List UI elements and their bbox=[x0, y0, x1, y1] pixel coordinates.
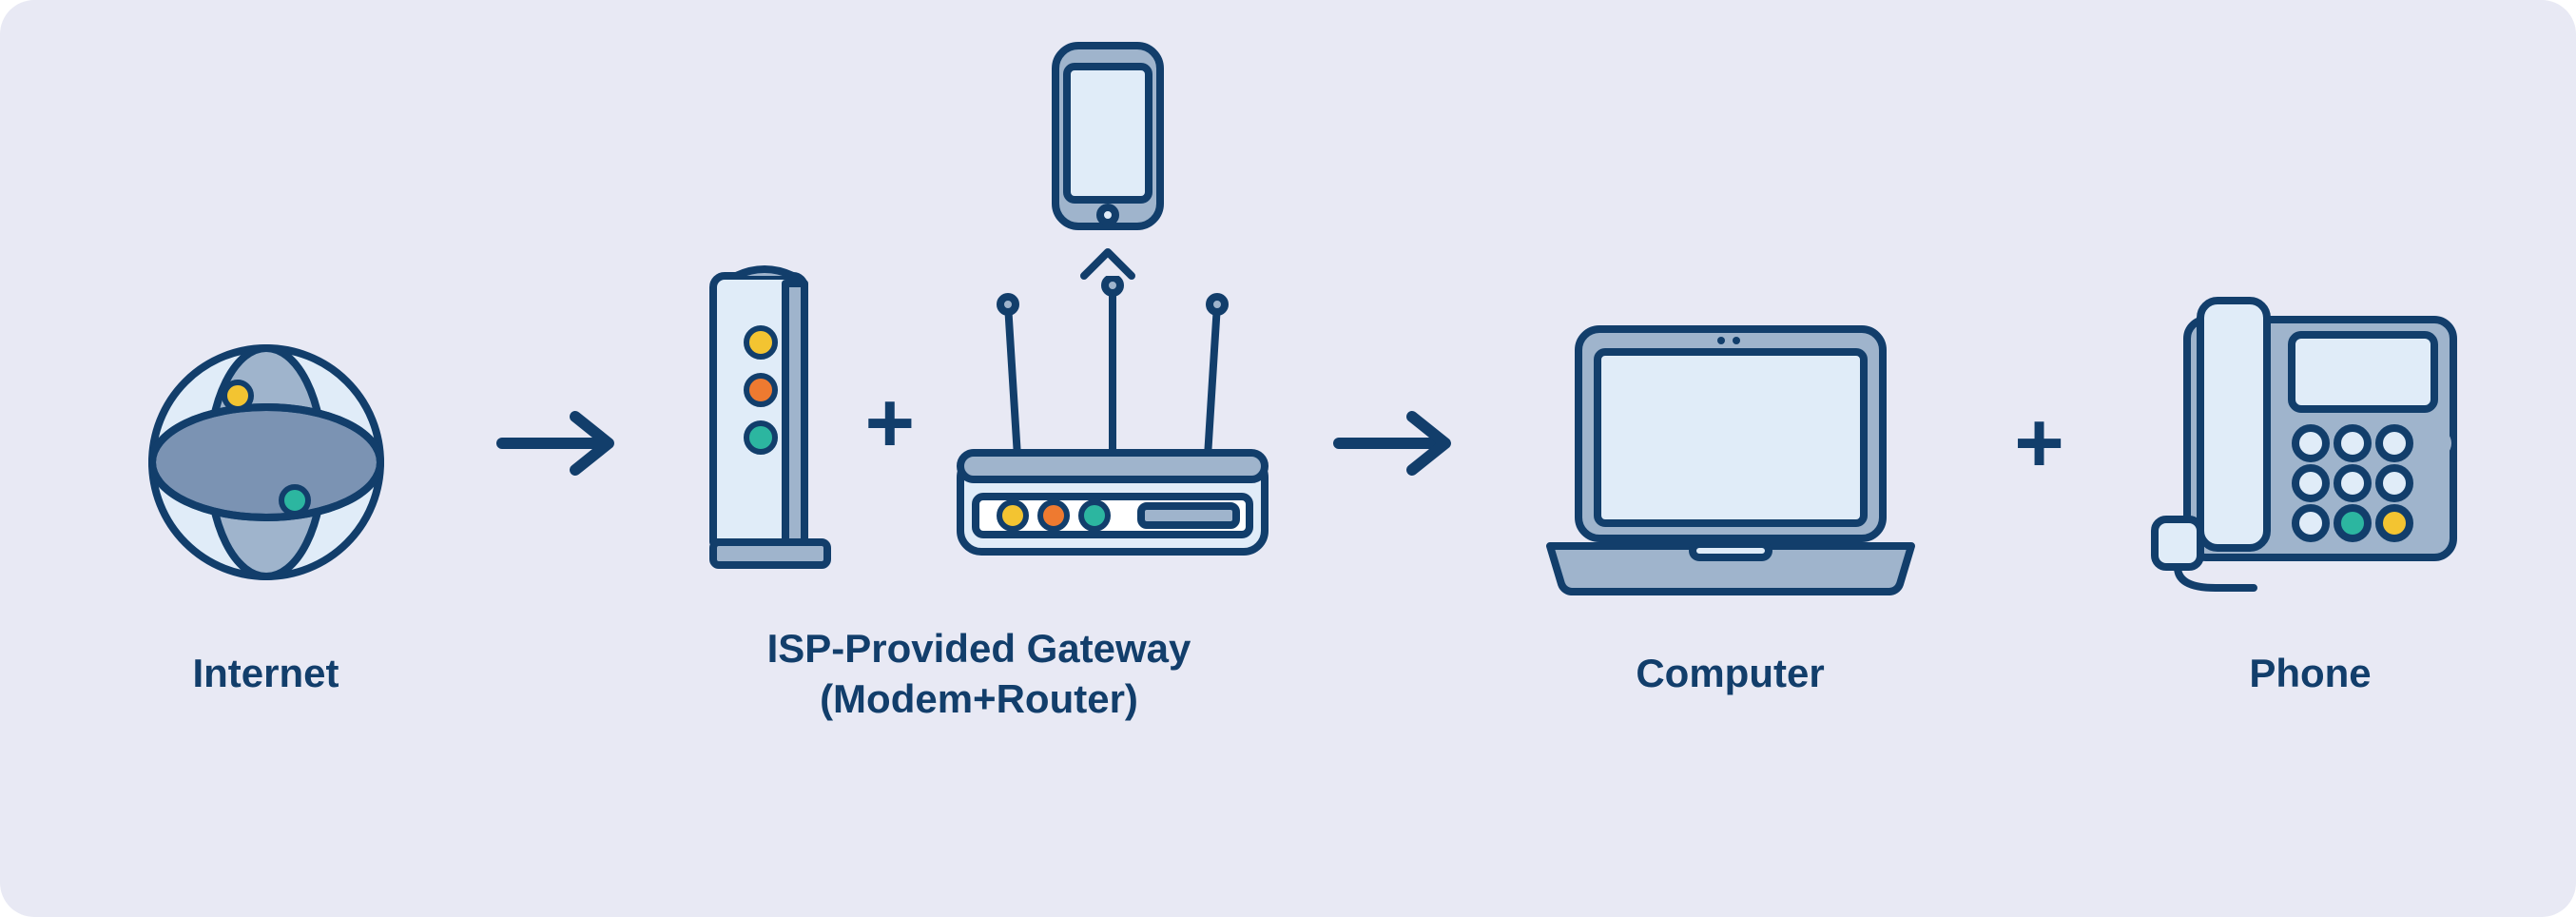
label-internet: Internet bbox=[192, 649, 339, 699]
router-icon bbox=[941, 276, 1284, 571]
node-gateway: + bbox=[675, 162, 1284, 724]
plus-icon: + bbox=[1949, 239, 2130, 648]
diagram-card: Internet bbox=[0, 0, 2576, 917]
arrow-icon bbox=[447, 239, 675, 648]
globe-icon bbox=[133, 186, 399, 595]
arrow-icon bbox=[1284, 239, 1512, 648]
deskphone-icon bbox=[2149, 186, 2472, 595]
node-computer: Computer bbox=[1512, 186, 1949, 699]
node-internet: Internet bbox=[86, 186, 447, 699]
label-computer: Computer bbox=[1636, 649, 1824, 699]
laptop-icon bbox=[1531, 186, 1930, 595]
smartphone-icon bbox=[1036, 38, 1179, 285]
diagram-row: Internet bbox=[0, 162, 2576, 724]
label-gateway: ISP-Provided Gateway (Modem+Router) bbox=[767, 624, 1191, 724]
label-phone: Phone bbox=[2249, 649, 2371, 699]
modem-icon bbox=[694, 257, 846, 571]
node-phone: Phone bbox=[2130, 186, 2491, 699]
plus-icon: + bbox=[865, 380, 916, 466]
